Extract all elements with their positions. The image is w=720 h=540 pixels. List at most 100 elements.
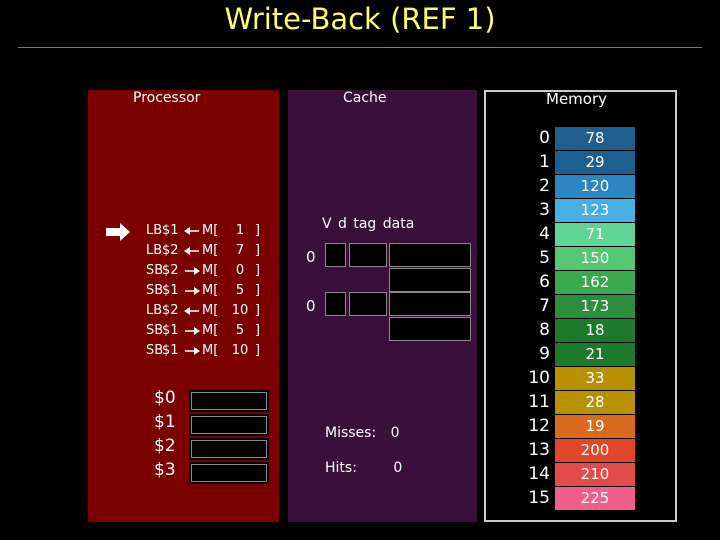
memory-cell: 225: [555, 487, 635, 510]
instruction-memory-ref: M[: [202, 323, 219, 338]
register-label: $1: [154, 412, 176, 432]
cache-column-header: V d tag data: [322, 216, 415, 232]
instruction-address: 7: [235, 243, 245, 258]
instruction-memory-ref: M[: [202, 243, 219, 258]
instruction-row: SB $1 M[ 10]: [146, 341, 271, 361]
instruction-opcode: SB: [146, 263, 164, 278]
misses-value: 0: [390, 425, 400, 441]
instruction-register: $1: [162, 223, 179, 238]
cache-label: Cache: [343, 90, 387, 106]
current-instruction-pointer-icon: [106, 223, 130, 241]
instruction-memory-ref: M[: [202, 303, 219, 318]
right-arrow-icon: [185, 327, 200, 335]
instruction-memory-ref: M[: [202, 263, 219, 278]
register-value-box: [189, 414, 269, 436]
memory-address: 5: [539, 248, 550, 268]
memory-address: 3: [539, 200, 550, 220]
instruction-bracket: ]: [255, 223, 261, 238]
hits-label: Hits:: [325, 460, 357, 476]
right-arrow-icon: [185, 287, 200, 295]
instruction-register: $2: [162, 263, 179, 278]
right-arrow-icon: [185, 347, 200, 355]
memory-cell: 162: [555, 271, 635, 294]
instruction-row: SB $1 M[ 5]: [146, 281, 271, 301]
memory-address: 2: [539, 176, 550, 196]
register-value-box: [189, 390, 269, 412]
instruction-row: LB $1 M[ 1]: [146, 221, 271, 241]
hits-value: 0: [393, 460, 403, 476]
slide-title: Write-Back (REF 1): [224, 2, 496, 36]
memory-address: 6: [539, 272, 550, 292]
hits-counter: Hits: 0: [325, 460, 402, 476]
instruction-row: SB $2 M[ 0]: [146, 261, 271, 281]
memory-label: Memory: [546, 90, 608, 108]
memory-cell: 19: [555, 415, 635, 438]
instruction-register: $1: [162, 323, 179, 338]
left-arrow-icon: [184, 307, 199, 315]
memory-address: 8: [539, 320, 550, 340]
memory-cell: 210: [555, 463, 635, 486]
memory-address: 14: [528, 464, 550, 484]
cache-valid-bit: 0: [306, 297, 316, 315]
processor-label: Processor: [133, 90, 201, 106]
register-label: $0: [154, 388, 176, 408]
memory-cell: 18: [555, 319, 635, 342]
memory-cell: 120: [555, 175, 635, 198]
instruction-address: 5: [235, 323, 245, 338]
instruction-bracket: ]: [255, 243, 261, 258]
memory-cell: 123: [555, 199, 635, 222]
instruction-opcode: LB: [146, 223, 163, 238]
instruction-opcode: SB: [146, 323, 164, 338]
instruction-address: 0: [235, 263, 245, 278]
memory-address: 11: [528, 392, 550, 412]
memory-address: 7: [539, 296, 550, 316]
instruction-address: 5: [235, 283, 245, 298]
instruction-row: SB $1 M[ 5]: [146, 321, 271, 341]
instruction-opcode: LB: [146, 303, 163, 318]
instruction-bracket: ]: [255, 283, 261, 298]
memory-address: 0: [539, 128, 550, 148]
cache-dirty-bit: [325, 292, 346, 316]
cache-valid-bit: 0: [306, 248, 316, 266]
memory-cell: 33: [555, 367, 635, 390]
instruction-memory-ref: M[: [202, 343, 219, 358]
cache-data-word-0: [389, 243, 471, 267]
left-arrow-icon: [184, 247, 199, 255]
memory-cell: 71: [555, 223, 635, 246]
instruction-memory-ref: M[: [202, 223, 219, 238]
instruction-bracket: ]: [255, 323, 261, 338]
cache-data-word-1: [389, 268, 471, 292]
left-arrow-icon: [184, 227, 199, 235]
instruction-register: $1: [162, 343, 179, 358]
instruction-address: 10: [231, 303, 249, 318]
instruction-register: $2: [162, 243, 179, 258]
instruction-register: $1: [162, 283, 179, 298]
memory-address: 15: [528, 488, 550, 508]
memory-address: 13: [528, 440, 550, 460]
instruction-bracket: ]: [255, 343, 261, 358]
right-arrow-icon: [185, 267, 200, 275]
register-label: $2: [154, 436, 176, 456]
instruction-address: 10: [231, 343, 249, 358]
memory-cell: 28: [555, 391, 635, 414]
memory-cell: 150: [555, 247, 635, 270]
instruction-opcode: SB: [146, 283, 164, 298]
cache-data-word-0: [389, 292, 471, 316]
instruction-opcode: LB: [146, 243, 163, 258]
memory-address: 4: [539, 224, 550, 244]
instruction-opcode: SB: [146, 343, 164, 358]
memory-address: 9: [539, 344, 550, 364]
cache-dirty-bit: [325, 243, 346, 267]
register-value-box: [189, 438, 269, 460]
instruction-memory-ref: M[: [202, 283, 219, 298]
instruction-bracket: ]: [255, 263, 261, 278]
memory-cell: 29: [555, 151, 635, 174]
cache-tag-box: [349, 243, 387, 267]
memory-cell: 200: [555, 439, 635, 462]
memory-cell: 78: [555, 127, 635, 150]
register-value-box: [189, 462, 269, 484]
instruction-row: LB $2 M[ 7]: [146, 241, 271, 261]
cache-tag-box: [349, 292, 387, 316]
memory-address: 10: [528, 368, 550, 388]
instruction-address: 1: [235, 223, 245, 238]
